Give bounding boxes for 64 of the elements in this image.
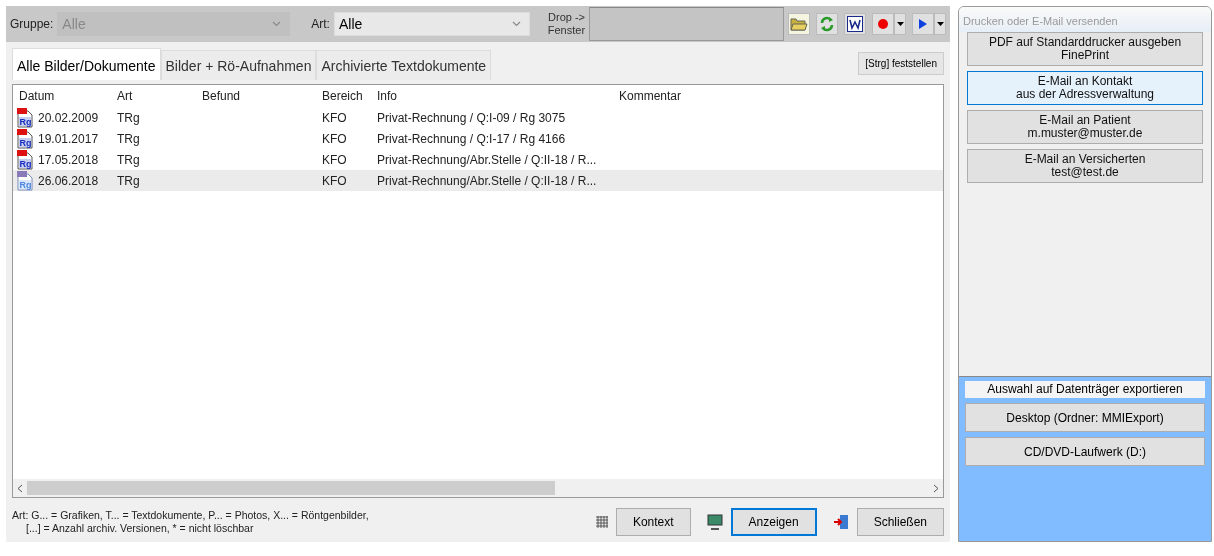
table-row[interactable]: Rg 20.02.2009 TRg KFO Privat-Rechnung / Q:I-09 / Rg 3075 — [13, 107, 943, 128]
panel-title: Drucken oder E-Mail versenden — [959, 7, 1211, 32]
pdf-document-icon: Rg — [17, 128, 33, 149]
scroll-left-icon[interactable] — [17, 483, 23, 493]
action-button[interactable]: Anzeigen — [730, 508, 817, 536]
table-row[interactable]: Rg 19.01.2017 TRg KFO Privat-Rechnung / Q:I-17 / Rg 4166 — [13, 128, 943, 149]
grid-icon — [595, 516, 608, 528]
table-cell-text: TRg — [116, 152, 141, 167]
table-cell-text: TRg — [116, 173, 141, 188]
field-label: Gruppe: — [10, 17, 54, 31]
table-cell-text: KFO — [321, 173, 348, 188]
field-label: Art: — [311, 17, 330, 31]
table-cell-text: TRg — [116, 131, 141, 146]
pdf-document-icon: Rg — [17, 170, 33, 191]
legend-text: Art: G... = Grafiken, T... = Textdokumente, P... = Photos, X... = Röntgenbilder, — [12, 509, 369, 522]
export-button[interactable]: Desktop (Ordner: MMIExport) — [965, 403, 1205, 432]
table-cell-text: TRg — [116, 110, 141, 125]
column-header[interactable]: Kommentar — [617, 89, 817, 103]
action-button[interactable]: E-Mail an Patient m.muster@muster.de — [967, 110, 1203, 144]
table-cell-text: 20.02.2009 — [37, 110, 99, 125]
exit-door-icon — [832, 514, 849, 530]
pdf-document-icon: Rg — [17, 149, 33, 170]
pdf-document-icon: Rg — [17, 107, 33, 128]
chevron-down-icon — [272, 21, 282, 27]
drop-label: Fenster — [547, 24, 586, 37]
tab[interactable]: Archivierte Textdokumente — [316, 50, 492, 80]
section-title: Auswahl auf Datenträger exportieren — [965, 381, 1205, 398]
lock-button[interactable]: [Strg] feststellen — [858, 51, 944, 75]
table-cell-text: KFO — [321, 110, 348, 125]
table-cell-text: Privat-Rechnung/Abr.Stelle / Q:II-18 / R... — [376, 173, 598, 188]
action-button[interactable]: E-Mail an Kontakt aus der Adressverwaltung — [967, 71, 1203, 105]
table-cell-text: Privat-Rechnung / Q:I-17 / Rg 4166 — [376, 131, 567, 146]
table-cell-text: KFO — [321, 131, 348, 146]
table-cell-text: Privat-Rechnung/Abr.Stelle / Q:II-18 / R... — [376, 152, 598, 167]
horizontal-scrollbar[interactable] — [13, 479, 943, 497]
table-cell-text: 17.05.2018 — [37, 152, 99, 167]
refresh-icon[interactable] — [816, 13, 838, 35]
column-header[interactable]: Datum — [17, 89, 115, 103]
legend-text: [...] = Anzahl archiv. Versionen, * = nicht löschbar — [25, 522, 255, 535]
table-cell-text: 26.06.2018 — [37, 173, 99, 188]
table-cell-text: KFO — [321, 152, 348, 167]
table-row[interactable]: Rg 17.05.2018 TRg KFO Privat-Rechnung/Abr.Stelle / Q:II-18 / R... — [13, 149, 943, 170]
chevron-down-icon — [511, 21, 521, 27]
column-header[interactable]: Info — [375, 89, 617, 103]
export-button[interactable]: CD/DVD-Laufwerk (D:) — [965, 437, 1205, 466]
word-document-icon[interactable] — [844, 13, 866, 35]
dropdown[interactable]: Alle — [333, 12, 530, 36]
action-button[interactable]: E-Mail an Versicherten test@test.de — [967, 149, 1203, 183]
table-cell-text: 19.01.2017 — [37, 131, 99, 146]
tab[interactable]: Alle Bilder/Dokumente — [12, 48, 161, 80]
column-header[interactable]: Art — [115, 89, 200, 103]
folder-icon[interactable] — [788, 13, 810, 35]
table-row[interactable]: Rg 26.06.2018 TRg KFO Privat-Rechnung/Abr.Stelle / Q:II-18 / R... — [13, 170, 943, 191]
scroll-right-icon[interactable] — [933, 483, 939, 493]
play-icon[interactable] — [912, 13, 934, 35]
action-button[interactable]: Kontext — [615, 508, 691, 536]
column-header[interactable]: Bereich — [320, 89, 375, 103]
column-header[interactable]: Befund — [200, 89, 320, 103]
action-button[interactable]: PDF auf Standarddrucker ausgeben FinePrint — [967, 32, 1203, 66]
drop-label: Drop -> — [548, 11, 586, 24]
table-cell-text: Privat-Rechnung / Q:I-09 / Rg 3075 — [376, 110, 567, 125]
monitor-icon — [706, 514, 723, 530]
tab[interactable]: Bilder + Rö-Aufnahmen — [160, 50, 317, 80]
close-button[interactable]: Schließen — [856, 508, 944, 536]
